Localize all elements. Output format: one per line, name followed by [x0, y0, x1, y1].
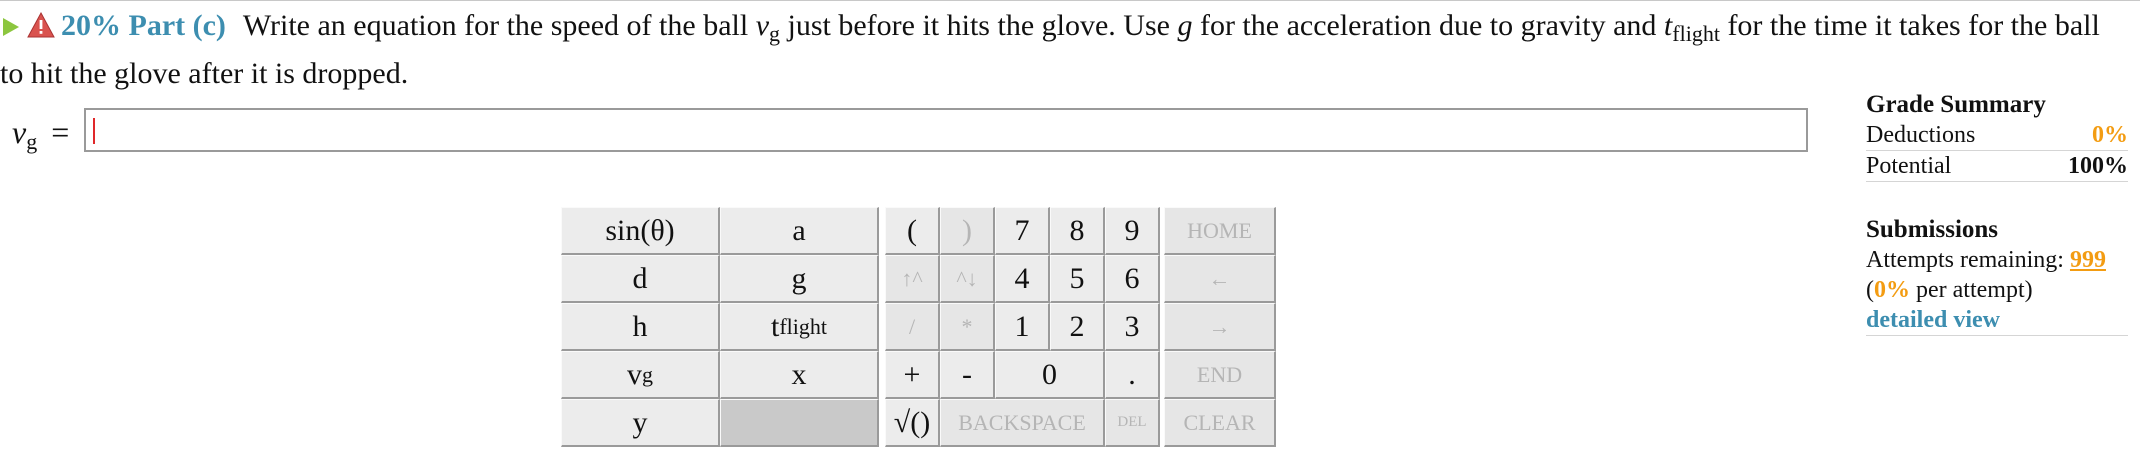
deductions-label: Deductions [1866, 122, 1976, 148]
part-label: 20% Part (c) [61, 9, 226, 42]
key-superscript[interactable]: ↑^ [885, 255, 940, 303]
key-divide[interactable]: / [885, 303, 940, 351]
part-name: Part (c) [128, 9, 226, 42]
per-attempt-value: 0% [1874, 277, 1910, 303]
equation-keypad: sin(θ) a d g h t flight vg x y ( ) ↑^ ^↓ … [561, 207, 1276, 447]
key-dot[interactable]: . [1105, 351, 1160, 399]
potential-label: Potential [1866, 153, 1952, 179]
key-sqrt[interactable]: √() [885, 399, 940, 447]
key-right-paren[interactable]: ) [940, 207, 995, 255]
key-home[interactable]: HOME [1164, 207, 1276, 255]
key-var-t-flight[interactable]: t flight [720, 303, 879, 351]
deductions-value: 0% [2092, 122, 2128, 148]
warning-icon [27, 12, 55, 38]
attempts-value: 999 [2069, 247, 2106, 273]
key-empty [720, 399, 879, 447]
key-subscript[interactable]: ^↓ [940, 255, 995, 303]
question-text: 20% Part (c) Write an equation for the s… [0, 6, 2130, 94]
key-backspace[interactable]: BACKSPACE [940, 399, 1105, 447]
var-v: vg [755, 9, 781, 46]
potential-row: Potential 100% [1866, 151, 2128, 182]
key-4[interactable]: 4 [995, 255, 1050, 303]
key-del[interactable]: DEL [1105, 399, 1160, 447]
key-1[interactable]: 1 [995, 303, 1050, 351]
submissions-section: Submissions Attempts remaining: 999 (0% … [1866, 215, 2128, 336]
question-text-1: Write an equation for the speed of the b… [242, 9, 749, 42]
key-left-paren[interactable]: ( [885, 207, 940, 255]
key-minus[interactable]: - [940, 351, 995, 399]
key-2[interactable]: 2 [1050, 303, 1105, 351]
play-icon[interactable] [3, 18, 19, 36]
key-9[interactable]: 9 [1105, 207, 1160, 255]
deductions-row: Deductions 0% [1866, 120, 2128, 151]
question-text-3: for the acceleration due to gravity and [1199, 9, 1657, 42]
key-var-h[interactable]: h [561, 303, 720, 351]
detailed-view-link[interactable]: detailed view [1866, 305, 2000, 335]
question-text-2: just before it hits the glove. Use [787, 9, 1170, 42]
attempts-remaining: Attempts remaining: 999 [1866, 247, 2106, 273]
grade-summary-title: Grade Summary [1866, 91, 2046, 118]
key-arrow-right[interactable]: → [1164, 303, 1276, 351]
key-var-g[interactable]: g [720, 255, 879, 303]
submissions-title: Submissions [1866, 216, 1999, 243]
answer-input[interactable] [84, 108, 1808, 152]
key-var-a[interactable]: a [720, 207, 879, 255]
key-arrow-left[interactable]: ← [1164, 255, 1276, 303]
key-5[interactable]: 5 [1050, 255, 1105, 303]
key-multiply[interactable]: * [940, 303, 995, 351]
var-g: g [1177, 9, 1193, 42]
key-var-d[interactable]: d [561, 255, 720, 303]
answer-label: vg = [12, 114, 70, 154]
key-var-x[interactable]: x [720, 351, 879, 399]
key-sin-theta[interactable]: sin(θ) [561, 207, 720, 255]
key-var-v-g[interactable]: vg [561, 351, 720, 399]
potential-value: 100% [2068, 153, 2128, 179]
var-t: tflight [1663, 9, 1720, 46]
key-0[interactable]: 0 [995, 351, 1105, 399]
key-6[interactable]: 6 [1105, 255, 1160, 303]
key-var-y[interactable]: y [561, 399, 720, 447]
key-8[interactable]: 8 [1050, 207, 1105, 255]
part-percent: 20% [61, 9, 121, 42]
key-7[interactable]: 7 [995, 207, 1050, 255]
text-caret [93, 118, 95, 144]
key-end[interactable]: END [1164, 351, 1276, 399]
key-clear[interactable]: CLEAR [1164, 399, 1276, 447]
per-attempt: (0% per attempt) [1866, 277, 2033, 303]
grade-panel: Grade Summary Deductions 0% Potential 10… [1866, 90, 2128, 336]
key-plus[interactable]: + [885, 351, 940, 399]
key-3[interactable]: 3 [1105, 303, 1160, 351]
top-divider [0, 0, 2140, 1]
